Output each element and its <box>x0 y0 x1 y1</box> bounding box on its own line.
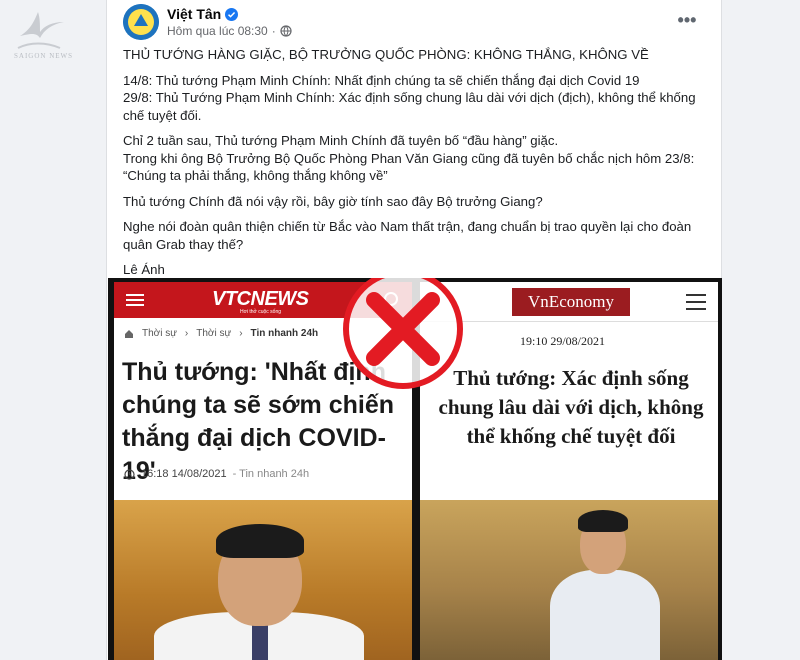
vtc-article-date: 16:18 14/08/2021 - Tin nhanh 24h <box>124 468 309 480</box>
avatar[interactable] <box>123 4 159 40</box>
vtc-category: - Tin nhanh 24h <box>232 468 310 480</box>
post-headline: THỦ TƯỚNG HÀNG GIẶC, BỘ TRƯỞNG QUỐC PHÒN… <box>123 47 649 62</box>
viet-tan-logo-icon <box>123 4 159 40</box>
vne-logo: VnEconomy <box>512 288 630 316</box>
clock-icon <box>124 468 135 480</box>
menu-icon <box>686 294 706 310</box>
breadcrumb: Thời sự › Thời sự › Tin nhanh 24h <box>124 328 318 339</box>
more-options-button[interactable]: ••• <box>675 10 699 34</box>
breadcrumb-item: Thời sự <box>196 328 232 339</box>
pm-photo-left <box>114 500 412 660</box>
post-paragraph-1: 14/8: Thủ tướng Phạm Minh Chính: Nhất đị… <box>123 72 696 123</box>
vtc-logo: VTCNEWS <box>212 288 309 310</box>
globe-icon[interactable] <box>280 25 292 37</box>
vne-article-date: 19:10 29/08/2021 <box>520 334 606 348</box>
vtc-tagline: Hơi thở cuộc sống <box>240 309 282 315</box>
ellipsis-icon: ••• <box>677 10 697 30</box>
post-header: Việt Tân Hôm qua lúc 08:30 · ••• <box>123 4 713 40</box>
author-label[interactable]: Việt Tân <box>167 6 221 22</box>
home-icon <box>125 329 133 338</box>
menu-icon <box>126 294 144 306</box>
verified-badge-icon <box>225 7 239 21</box>
post-paragraph-3: Thủ tướng Chính đã nói vậy rồi, bây giờ … <box>123 193 543 209</box>
timestamp[interactable]: Hôm qua lúc 08:30 <box>167 24 268 38</box>
watermark-text: SAIGON NEWS <box>14 52 74 60</box>
facebook-post: Việt Tân Hôm qua lúc 08:30 · ••• THỦ TƯỚ… <box>106 0 722 660</box>
post-text: THỦ TƯỚNG HÀNG GIẶC, BỘ TRƯỞNG QUỐC PHÒN… <box>123 46 707 287</box>
author-name[interactable]: Việt Tân <box>167 6 239 22</box>
post-image[interactable]: VTCNEWS Hơi thở cuộc sống Thời sự › Thời… <box>108 278 722 660</box>
post-paragraph-4: Nghe nói đoàn quân thiện chiến từ Bắc và… <box>123 219 692 252</box>
pm-photo-right <box>420 500 718 660</box>
post-meta: Hôm qua lúc 08:30 · <box>167 24 292 38</box>
post-signature: Lê Ánh <box>123 262 165 277</box>
breadcrumb-item: Tin nhanh 24h <box>250 328 319 339</box>
watermark-area: SAIGON NEWS <box>0 0 106 660</box>
vtc-date-text: 16:18 14/08/2021 <box>141 468 227 480</box>
breadcrumb-item: Thời sự <box>142 328 177 339</box>
post-paragraph-2: Chỉ 2 tuần sau, Thủ tướng Phạm Minh Chín… <box>123 133 695 183</box>
red-x-icon <box>343 278 463 389</box>
vne-article-title: Thủ tướng: Xác định sống chung lâu dài v… <box>438 366 704 448</box>
